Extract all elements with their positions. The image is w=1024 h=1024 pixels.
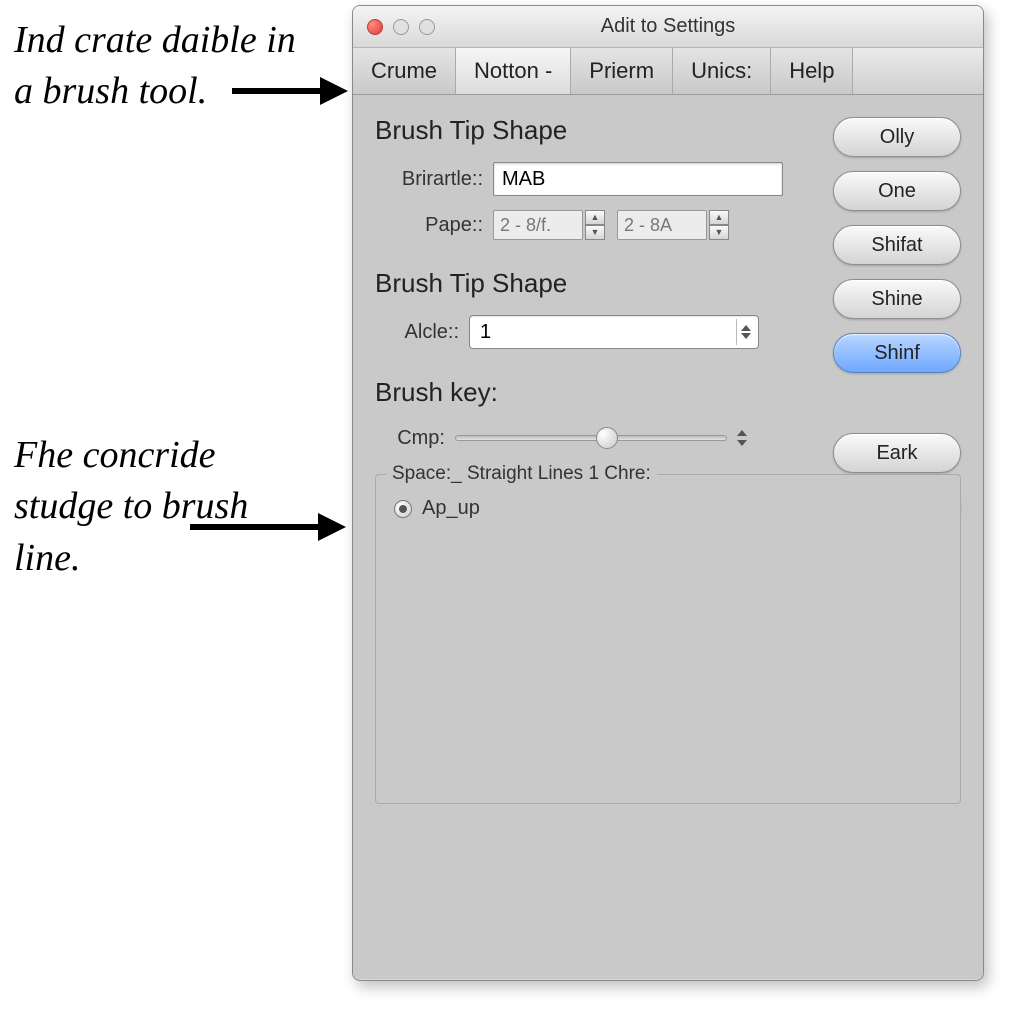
- tab-notton[interactable]: Notton -: [456, 48, 571, 94]
- apup-label: Ap_up: [422, 497, 480, 520]
- groupbox-legend: Space:_ Straight Lines 1 Chre:: [386, 463, 657, 485]
- tab-crume[interactable]: Crume: [353, 48, 456, 94]
- pape-field-2[interactable]: [617, 210, 707, 240]
- space-groupbox: Space:_ Straight Lines 1 Chre: Ap_up: [375, 474, 961, 804]
- pape-stepper-2[interactable]: ▲▼: [709, 210, 729, 240]
- slider-thumb-icon[interactable]: [596, 427, 618, 449]
- apup-radio[interactable]: [394, 500, 412, 518]
- stepper-icon: [736, 319, 754, 345]
- shine-button[interactable]: Shine: [833, 279, 961, 319]
- alcle-select[interactable]: 1: [469, 315, 759, 349]
- settings-pane: Olly One Shifat Shine Shinf Eark .. Brus…: [353, 95, 983, 979]
- section-brush-tip-1: Brush Tip Shape Brirartle:: Pape:: ▲▼ ▲▼: [375, 115, 815, 240]
- annotation-mid: Fhe concride studge to brush line.: [14, 430, 324, 584]
- tab-prierm[interactable]: Prierm: [571, 48, 673, 94]
- cmp-label: Cmp:: [375, 427, 445, 450]
- brirartle-field[interactable]: [493, 162, 783, 196]
- tab-bar: Crume Notton - Prierm Unics: Help: [353, 48, 983, 95]
- window-title: Adit to Settings: [353, 15, 983, 38]
- titlebar: Adit to Settings: [353, 6, 983, 48]
- pape-stepper-1[interactable]: ▲▼: [585, 210, 605, 240]
- shinf-button[interactable]: Shinf: [833, 333, 961, 373]
- settings-window: Adit to Settings Crume Notton - Prierm U…: [352, 5, 984, 981]
- pape-label: Pape::: [375, 214, 483, 237]
- one-button[interactable]: One: [833, 171, 961, 211]
- section-heading: Brush Tip Shape: [375, 115, 815, 146]
- brirartle-label: Brirartle::: [375, 168, 483, 191]
- cmp-slider[interactable]: [455, 435, 727, 441]
- tab-help[interactable]: Help: [771, 48, 853, 94]
- eark-button[interactable]: Eark: [833, 433, 961, 473]
- shifat-button[interactable]: Shifat: [833, 225, 961, 265]
- section-brush-tip-2: Brush Tip Shape Alcle:: 1: [375, 268, 815, 349]
- tab-unics[interactable]: Unics:: [673, 48, 771, 94]
- pape-field-1[interactable]: [493, 210, 583, 240]
- section-heading: Brush key:: [375, 377, 815, 408]
- alcle-label: Alcle::: [375, 321, 459, 344]
- alcle-value: 1: [480, 321, 491, 344]
- olly-button[interactable]: Olly: [833, 117, 961, 157]
- annotation-top: Ind crate daible in a brush tool.: [14, 15, 324, 118]
- section-brush-key: Brush key: Cmp:: [375, 377, 815, 450]
- section-heading: Brush Tip Shape: [375, 268, 815, 299]
- cmp-stepper[interactable]: [737, 430, 753, 446]
